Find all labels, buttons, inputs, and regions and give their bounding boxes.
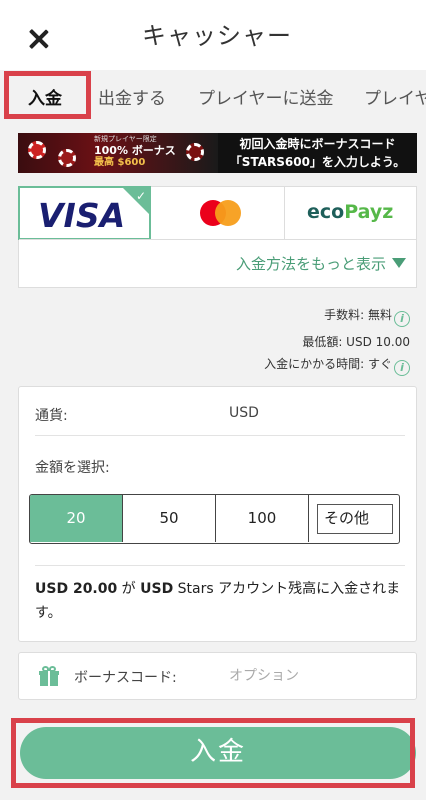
deposit-highlight-box	[11, 718, 415, 788]
amount-label: 金額を選択:	[35, 460, 110, 476]
info-icon[interactable]: i	[394, 360, 410, 376]
minimum-text: 最低額: USD 10.00	[302, 335, 410, 349]
banner-text: 初回入金時にボーナスコード 「STARS600」を入力しよう。	[218, 135, 417, 171]
divider	[35, 565, 405, 566]
currency-label: 通貨:	[35, 408, 68, 424]
payment-methods: ecoPayz VISA ✓ 入金方法をもっと表示	[18, 186, 417, 288]
triangle-down-icon	[392, 258, 406, 268]
checkmark-icon: ✓	[135, 189, 146, 203]
amount-option-100[interactable]: 100	[216, 495, 309, 542]
ecopayz-logo-payz: Payz	[344, 201, 394, 223]
gift-icon	[39, 666, 59, 686]
time-info: 入金にかかる時間: すぐ i	[264, 355, 410, 376]
divider	[19, 239, 416, 240]
method-visa[interactable]: VISA ✓	[18, 186, 151, 240]
method-ecopayz[interactable]: ecoPayz	[285, 187, 416, 239]
banner-image: 新規プレイヤー限定 100% ボーナス 最高 $600	[18, 133, 218, 173]
page-title: キャッシャー	[142, 22, 292, 50]
summary-mid: が	[117, 581, 141, 597]
tab-withdraw[interactable]: 出金する	[98, 84, 166, 109]
summary-currency: USD	[140, 581, 174, 597]
deposit-form: 通貨: USD 金額を選択: 20 50 100 その他 USD 20.00 が…	[18, 386, 417, 642]
tab-transfer[interactable]: プレイヤーに送金	[198, 84, 334, 109]
currency-value[interactable]: USD	[229, 405, 259, 421]
bonus-code-label: ボーナスコード:	[74, 670, 177, 686]
amount-option-20[interactable]: 20	[30, 495, 123, 542]
divider	[35, 435, 405, 436]
poker-chip-icon	[58, 149, 76, 167]
amount-other-input[interactable]: その他	[317, 504, 393, 534]
summary-amount: USD 20.00	[35, 581, 118, 597]
tab-more[interactable]: プレイヤー	[364, 84, 426, 109]
more-methods-link[interactable]: 入金方法をもっと表示	[236, 253, 406, 274]
ecopayz-logo: ecoPayz	[307, 201, 393, 223]
info-icon[interactable]: i	[394, 311, 410, 327]
ecopayz-logo-eco: eco	[307, 201, 345, 223]
promo-banner[interactable]: 新規プレイヤー限定 100% ボーナス 最高 $600 初回入金時にボーナスコー…	[18, 133, 417, 173]
mastercard-yellow-icon	[215, 200, 241, 226]
bonus-code-row: ボーナスコード:	[18, 652, 417, 700]
amount-option-50[interactable]: 50	[123, 495, 216, 542]
banner-badge-line1: 100% ボーナス	[94, 144, 176, 157]
tab-highlight-box	[4, 71, 91, 119]
time-text: 入金にかかる時間: すぐ	[264, 357, 392, 371]
poker-chip-icon	[186, 143, 204, 161]
header: キャッシャー	[0, 0, 426, 70]
fee-info: 手数料: 無料 i	[324, 306, 410, 327]
amount-selector: 20 50 100 その他	[29, 494, 400, 544]
banner-badge: 新規プレイヤー限定 100% ボーナス 最高 $600	[94, 133, 176, 169]
banner-badge-line2: 最高 $600	[94, 157, 146, 168]
banner-text-line2: 「STARS600」を入力しよう。	[229, 155, 406, 169]
banner-text-line1: 初回入金時にボーナスコード	[239, 137, 396, 151]
visa-logo: VISA	[38, 196, 126, 235]
method-mastercard[interactable]	[152, 187, 285, 239]
bonus-code-input[interactable]	[229, 662, 399, 690]
fee-text: 手数料: 無料	[324, 308, 392, 322]
poker-chip-icon	[28, 141, 46, 159]
deposit-summary: USD 20.00 が USD Stars アカウント残高に入金されます。	[35, 577, 405, 625]
minimum-info: 最低額: USD 10.00	[302, 333, 410, 350]
more-methods-label: 入金方法をもっと表示	[235, 255, 386, 273]
